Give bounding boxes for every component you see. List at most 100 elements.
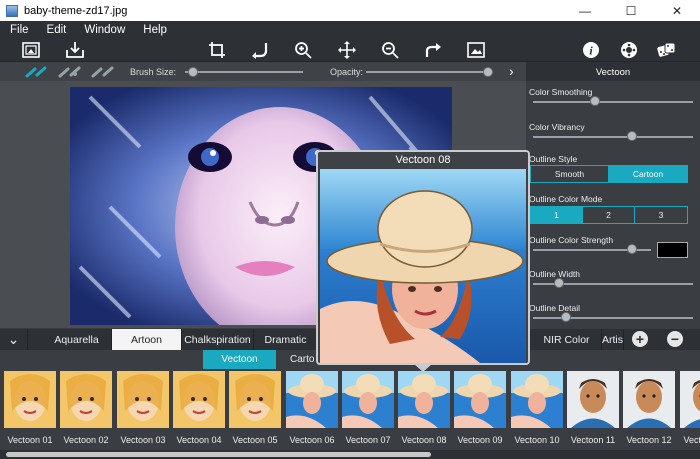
preset-label: Vectoon 03 bbox=[120, 435, 166, 445]
preset-thumbnail[interactable] bbox=[567, 371, 619, 428]
preset-label: Vectoon 01 bbox=[7, 435, 53, 445]
info-icon[interactable]: i bbox=[580, 40, 602, 60]
preset-label: Vectoon 02 bbox=[63, 435, 109, 445]
outline-style-smooth-option[interactable]: Smooth bbox=[531, 166, 609, 182]
preset-preview-popup: Vectoon 08 bbox=[316, 150, 530, 365]
outline-detail-slider[interactable] bbox=[533, 317, 693, 319]
brush-bar: Brush Size: Opacity: › bbox=[0, 62, 526, 81]
effect-panel-title: Vectoon bbox=[595, 67, 631, 78]
preset-thumbnail[interactable] bbox=[229, 371, 281, 428]
outline-style-toggle: Smooth Cartoon bbox=[530, 165, 688, 183]
eraser-brush-icon[interactable] bbox=[58, 65, 82, 78]
close-button[interactable]: ✕ bbox=[654, 0, 700, 21]
panel-toggle-chevron-icon[interactable]: › bbox=[509, 63, 514, 79]
outline-color-mode-1[interactable]: 1 bbox=[531, 207, 583, 223]
outline-detail-knob[interactable] bbox=[561, 312, 571, 322]
random-dice-icon[interactable] bbox=[656, 40, 678, 60]
outline-style-label: Outline Style bbox=[529, 154, 578, 164]
zoom-in-icon[interactable] bbox=[292, 40, 314, 60]
crop-icon[interactable] bbox=[206, 40, 228, 60]
redo-icon[interactable] bbox=[422, 40, 444, 60]
tab-aquarella[interactable]: Aquarella bbox=[42, 329, 112, 350]
menu-file[interactable]: File bbox=[10, 24, 29, 36]
outline-color-mode-label: Outline Color Mode bbox=[529, 194, 603, 204]
tab-chalkspiration[interactable]: Chalkspiration bbox=[182, 329, 254, 350]
fit-image-icon[interactable] bbox=[465, 40, 487, 60]
zoom-out-icon[interactable] bbox=[379, 40, 401, 60]
open-image-icon[interactable] bbox=[20, 40, 42, 60]
preview-image bbox=[320, 169, 526, 363]
outline-color-strength-knob[interactable] bbox=[627, 244, 637, 254]
preset-thumbnail[interactable] bbox=[680, 371, 700, 428]
minimize-button[interactable]: — bbox=[562, 0, 608, 21]
preset-label: Vectoon 10 bbox=[514, 435, 560, 445]
maximize-button[interactable]: ☐ bbox=[608, 0, 654, 21]
preset-label: Vectoon 13 bbox=[683, 435, 700, 445]
preset-thumbnail[interactable] bbox=[60, 371, 112, 428]
menu-window[interactable]: Window bbox=[84, 24, 125, 36]
preset-thumbnail[interactable] bbox=[623, 371, 675, 428]
color-vibrancy-knob[interactable] bbox=[627, 131, 637, 141]
zoom-in-thumbs-icon[interactable]: + bbox=[632, 331, 648, 347]
tab-artis[interactable]: Artis bbox=[602, 329, 624, 350]
effect-settings-panel: Color Smoothing Color Vibrancy Outline S… bbox=[526, 81, 700, 329]
collapse-chevron-icon[interactable]: ⌄ bbox=[0, 329, 28, 350]
preset-label: Vectoon 06 bbox=[289, 435, 335, 445]
brush-size-knob[interactable] bbox=[188, 67, 198, 77]
menu-edit[interactable]: Edit bbox=[47, 24, 67, 36]
outline-width-label: Outline Width bbox=[529, 269, 581, 279]
outline-width-knob[interactable] bbox=[554, 278, 564, 288]
preset-thumbnail[interactable] bbox=[286, 371, 338, 428]
preset-thumbnail[interactable] bbox=[454, 371, 506, 428]
preset-thumbnail[interactable] bbox=[511, 371, 563, 428]
color-vibrancy-slider[interactable] bbox=[533, 136, 693, 138]
subtab-vectoon[interactable]: Vectoon bbox=[203, 350, 276, 369]
rotate-icon[interactable] bbox=[249, 40, 271, 60]
title-bar: baby-theme-zd17.jpg — ☐ ✕ bbox=[0, 0, 700, 21]
preset-thumbnail[interactable] bbox=[173, 371, 225, 428]
app-window: { "window": {"title": "baby-theme-zd17.j… bbox=[0, 0, 700, 459]
preview-pointer bbox=[414, 364, 432, 372]
restore-brush-icon[interactable] bbox=[91, 65, 115, 78]
window-title: baby-theme-zd17.jpg bbox=[24, 4, 128, 17]
brush-icon[interactable] bbox=[25, 65, 47, 78]
preset-thumbnail[interactable] bbox=[4, 371, 56, 428]
tab-artoon[interactable]: Artoon bbox=[112, 329, 182, 350]
brush-size-slider[interactable] bbox=[185, 71, 303, 73]
preset-label: Vectoon 07 bbox=[345, 435, 391, 445]
preset-thumbnail[interactable] bbox=[398, 371, 450, 428]
settings-icon[interactable] bbox=[618, 40, 640, 60]
color-smoothing-knob[interactable] bbox=[590, 96, 600, 106]
preset-strip: Vectoon 01 Vectoon 02 Vectoon 03 Vectoon 04… bbox=[0, 369, 700, 449]
opacity-label: Opacity: bbox=[330, 67, 364, 77]
brush-size-label: Brush Size: bbox=[130, 67, 177, 77]
color-smoothing-slider[interactable] bbox=[533, 101, 693, 103]
preset-scrollbar[interactable] bbox=[0, 450, 700, 459]
tab-dramatic[interactable]: Dramatic bbox=[254, 329, 318, 350]
preset-scrollbar-thumb[interactable] bbox=[6, 452, 431, 457]
menu-bar: File Edit Window Help bbox=[0, 21, 700, 38]
preset-thumbnail[interactable] bbox=[342, 371, 394, 428]
outline-style-cartoon-option[interactable]: Cartoon bbox=[609, 166, 687, 182]
zoom-out-thumbs-icon[interactable]: − bbox=[667, 331, 683, 347]
opacity-slider[interactable] bbox=[366, 71, 492, 73]
outline-detail-label: Outline Detail bbox=[529, 303, 581, 313]
color-vibrancy-label: Color Vibrancy bbox=[529, 122, 585, 132]
save-icon[interactable] bbox=[64, 40, 86, 60]
move-icon[interactable] bbox=[336, 40, 358, 60]
toolbar: i bbox=[0, 38, 700, 62]
outline-color-mode-3[interactable]: 3 bbox=[635, 207, 687, 223]
tab-nir-color[interactable]: NIR Color bbox=[532, 329, 602, 350]
outline-color-mode-2[interactable]: 2 bbox=[583, 207, 635, 223]
outline-color-swatch[interactable] bbox=[657, 242, 688, 258]
app-icon bbox=[6, 4, 18, 17]
preset-label: Vectoon 04 bbox=[176, 435, 222, 445]
outline-color-mode-toggle: 1 2 3 bbox=[530, 206, 688, 224]
preset-label: Vectoon 05 bbox=[232, 435, 278, 445]
menu-help[interactable]: Help bbox=[143, 24, 167, 36]
opacity-knob[interactable] bbox=[483, 67, 493, 77]
preset-thumbnail[interactable] bbox=[117, 371, 169, 428]
preset-label: Vectoon 09 bbox=[457, 435, 503, 445]
color-smoothing-label: Color Smoothing bbox=[529, 87, 593, 97]
preset-label: Vectoon 11 bbox=[570, 435, 616, 445]
